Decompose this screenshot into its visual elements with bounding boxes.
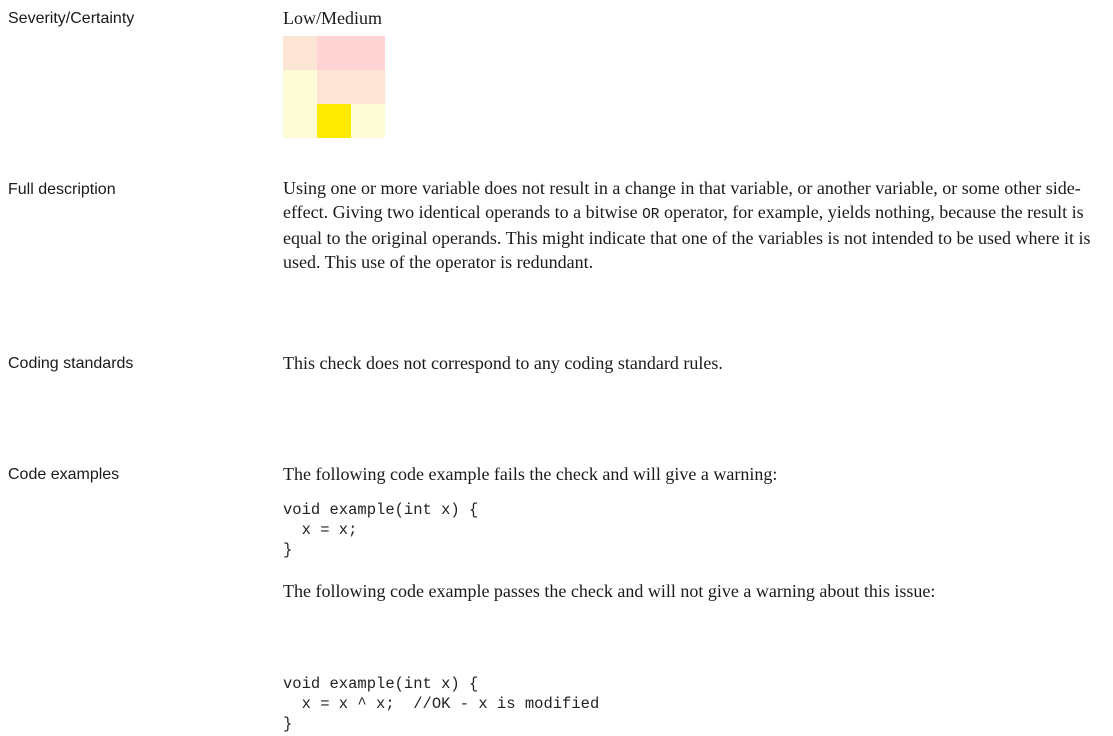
pass-example-intro: The following code example passes the ch… (283, 581, 936, 601)
severity-matrix (283, 36, 385, 138)
full-description-label: Full description (8, 181, 116, 198)
severity-cell (317, 36, 351, 70)
severity-certainty-label: Severity/Certainty (8, 10, 135, 27)
severity-cell (283, 104, 317, 138)
coding-standards-text: This check does not correspond to any co… (283, 353, 723, 373)
severity-certainty-value: Low/Medium (283, 8, 382, 28)
pass-code-block: void example(int x) { x = x ^ x; //OK - … (283, 675, 600, 733)
severity-cell (317, 70, 351, 104)
severity-cell (283, 70, 317, 104)
severity-cell (351, 104, 385, 138)
severity-cell-highlighted (317, 104, 351, 138)
severity-cell (283, 36, 317, 70)
fail-example-intro: The following code example fails the che… (283, 464, 778, 484)
severity-cell (351, 70, 385, 104)
coding-standards-label: Coding standards (8, 355, 134, 372)
fail-code-block: void example(int x) { x = x; } (283, 501, 479, 559)
full-description-text: Using one or more variable does not resu… (283, 177, 1103, 274)
inline-code-or: OR (642, 206, 660, 223)
severity-cell (351, 36, 385, 70)
code-examples-label: Code examples (8, 466, 120, 483)
